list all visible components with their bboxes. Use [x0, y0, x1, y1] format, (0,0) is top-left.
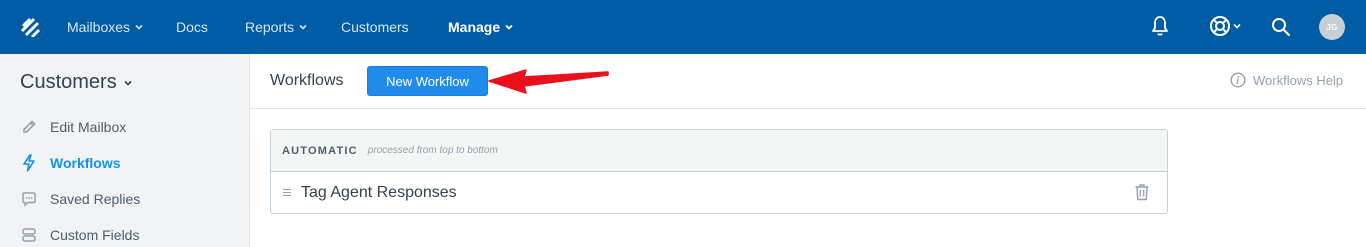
sidebar-item-saved-replies[interactable]: Saved Replies — [20, 188, 140, 210]
fields-icon — [20, 226, 38, 244]
nav-mailboxes-label: Mailboxes — [67, 19, 131, 35]
nav-mailboxes[interactable]: Mailboxes — [67, 0, 143, 54]
chevron-down-icon — [124, 80, 132, 86]
nav-manage-label: Manage — [448, 19, 501, 35]
helpscout-logo-icon[interactable] — [20, 17, 40, 37]
lifebuoy-icon — [1210, 16, 1230, 36]
chat-bubble-icon — [20, 190, 38, 208]
search-icon[interactable] — [1271, 17, 1291, 37]
avatar[interactable]: JG — [1319, 14, 1345, 40]
sidebar-item-label: Custom Fields — [50, 227, 140, 243]
chevron-down-icon — [505, 24, 513, 30]
nav-manage[interactable]: Manage — [448, 0, 513, 54]
workflows-help-label: Workflows Help — [1253, 72, 1344, 88]
nav-reports-label: Reports — [245, 19, 295, 35]
sidebar-item-edit-mailbox[interactable]: Edit Mailbox — [20, 116, 126, 138]
page-title: Workflows — [270, 72, 344, 89]
sidebar-mailbox-switcher[interactable]: Customers — [20, 71, 132, 94]
annotation-arrow — [488, 69, 609, 94]
panel-subtitle: processed from top to bottom — [367, 145, 498, 156]
drag-handle-icon[interactable] — [283, 189, 291, 196]
sidebar-item-label: Saved Replies — [50, 191, 141, 207]
top-navigation-bar: Mailboxes Docs Reports Customers Manage … — [0, 0, 1366, 54]
sidebar-item-label: Edit Mailbox — [50, 119, 127, 135]
pencil-icon — [20, 118, 38, 136]
nav-docs-label: Docs — [176, 19, 208, 35]
bell-icon[interactable] — [1150, 14, 1170, 38]
workflow-name[interactable]: Tag Agent Responses — [301, 184, 457, 202]
chevron-down-icon — [135, 24, 143, 30]
lightning-bolt-icon — [20, 154, 38, 172]
panel-kind: AUTOMATIC — [282, 144, 358, 157]
help-menu[interactable] — [1209, 15, 1241, 37]
trash-icon[interactable] — [1134, 183, 1150, 201]
workflows-help-link[interactable]: Workflows Help — [1230, 72, 1343, 88]
new-workflow-button[interactable]: New Workflow — [367, 66, 488, 96]
sidebar-item-custom-fields[interactable]: Custom Fields — [20, 224, 139, 246]
nav-docs[interactable]: Docs — [176, 0, 208, 54]
nav-customers[interactable]: Customers — [341, 0, 409, 54]
info-icon — [1230, 72, 1246, 88]
chevron-down-icon — [299, 24, 307, 30]
sidebar-title: Customers — [20, 71, 117, 93]
nav-reports[interactable]: Reports — [245, 0, 307, 54]
list-item[interactable]: Tag Agent Responses — [271, 172, 1167, 214]
workflow-list-panel: AUTOMATIC processed from top to bottom T… — [270, 129, 1168, 214]
chevron-down-icon — [1233, 23, 1241, 29]
nav-customers-label: Customers — [341, 19, 409, 35]
sidebar-item-workflows[interactable]: Workflows — [20, 152, 121, 174]
panel-header: AUTOMATIC processed from top to bottom — [271, 130, 1167, 172]
sidebar-item-label: Workflows — [50, 155, 121, 171]
